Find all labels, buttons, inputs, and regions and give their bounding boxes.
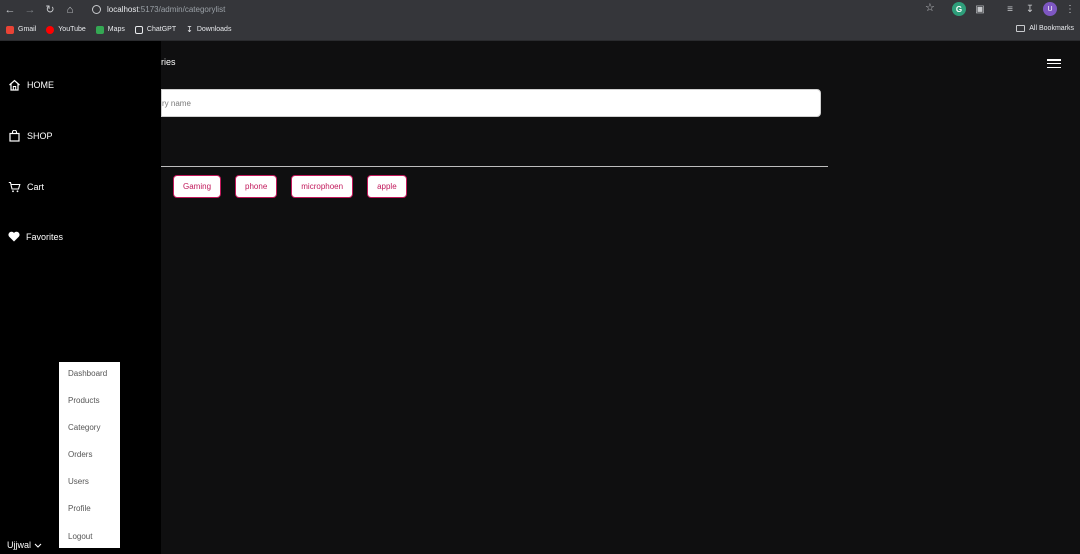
bookmark-youtube[interactable]: YouTube [46,25,86,34]
menu-item-users[interactable]: Users [68,477,89,486]
menu-item-logout[interactable]: Logout [68,532,92,541]
bookmark-maps[interactable]: Maps [95,25,125,34]
category-name-input[interactable]: ry name [161,89,821,117]
category-chip[interactable]: phone [235,175,278,198]
divider [161,166,828,167]
maps-icon [95,25,104,34]
menu-item-category[interactable]: Category [68,423,100,432]
menu-item-dashboard[interactable]: Dashboard [68,369,107,378]
back-icon[interactable]: ← [0,0,20,19]
profile-avatar[interactable]: U [1043,2,1057,16]
admin-dropdown-menu: Dashboard Products Category Orders Users… [59,362,120,548]
sidebar-item-label: HOME [27,80,54,90]
extensions-icon[interactable]: ▣ [973,2,987,16]
youtube-icon [46,25,55,34]
category-chip[interactable]: apple [367,175,407,198]
gmail-icon [6,25,14,34]
bookmark-gmail[interactable]: Gmail [6,25,36,34]
sidebar-item-label: Favorites [26,231,64,242]
chevron-down-icon [34,543,42,548]
category-chip[interactable]: microphoen [291,175,354,198]
url-text: localhost:5173/admin/categorylist [107,5,226,14]
reading-list-icon[interactable]: ≡ [1003,2,1017,16]
sidebar-item-label: Cart [27,182,45,192]
bookmarks-bar: Gmail YouTube Maps ChatGPT ↧ Downloads Al… [0,19,1080,41]
browser-toolbar: ← → ↻ ⌂ localhost:5173/admin/categorylis… [0,0,1080,19]
bookmark-star-icon[interactable]: ☆ [925,1,935,14]
input-placeholder: ry name [162,98,191,108]
page-title: ries [161,57,176,67]
browser-menu-icon[interactable]: ⋮ [1063,2,1077,16]
address-bar[interactable]: localhost:5173/admin/categorylist [86,1,946,18]
sidebar-item-home[interactable]: HOME [8,79,54,91]
folder-icon [1016,25,1026,32]
hamburger-menu-icon[interactable] [1047,59,1061,69]
sidebar-item-shop[interactable]: SHOP [8,130,53,142]
sidebar-item-cart[interactable]: Cart [8,181,44,193]
home-icon [9,79,20,91]
menu-item-products[interactable]: Products [68,396,100,405]
all-bookmarks[interactable]: All Bookmarks [1016,25,1074,32]
user-name: Ujjwal [7,540,32,550]
home-browser-icon[interactable]: ⌂ [60,0,80,19]
sidebar-item-favorites[interactable]: Favorites [8,231,63,242]
shopping-bag-icon [9,130,20,142]
cart-icon [8,181,21,193]
heart-icon [8,231,20,242]
menu-item-profile[interactable]: Profile [68,504,91,513]
user-menu-toggle[interactable]: Ujjwal [7,540,42,550]
download-icon: ↧ [186,25,193,34]
forward-icon[interactable]: → [20,0,40,19]
category-chip[interactable]: Gaming [173,175,222,198]
bookmark-chatgpt[interactable]: ChatGPT [134,25,176,34]
grammarly-extension-icon[interactable]: G [952,2,966,16]
reload-icon[interactable]: ↻ [40,0,60,19]
sidebar-item-label: SHOP [27,131,53,141]
site-info-icon[interactable] [92,5,101,14]
menu-item-orders[interactable]: Orders [68,450,92,459]
category-list: Gaming phone microphoen apple [173,175,421,198]
bookmark-downloads[interactable]: ↧ Downloads [186,25,231,34]
download-icon[interactable]: ↧ [1023,2,1037,16]
chatgpt-icon [134,25,143,34]
